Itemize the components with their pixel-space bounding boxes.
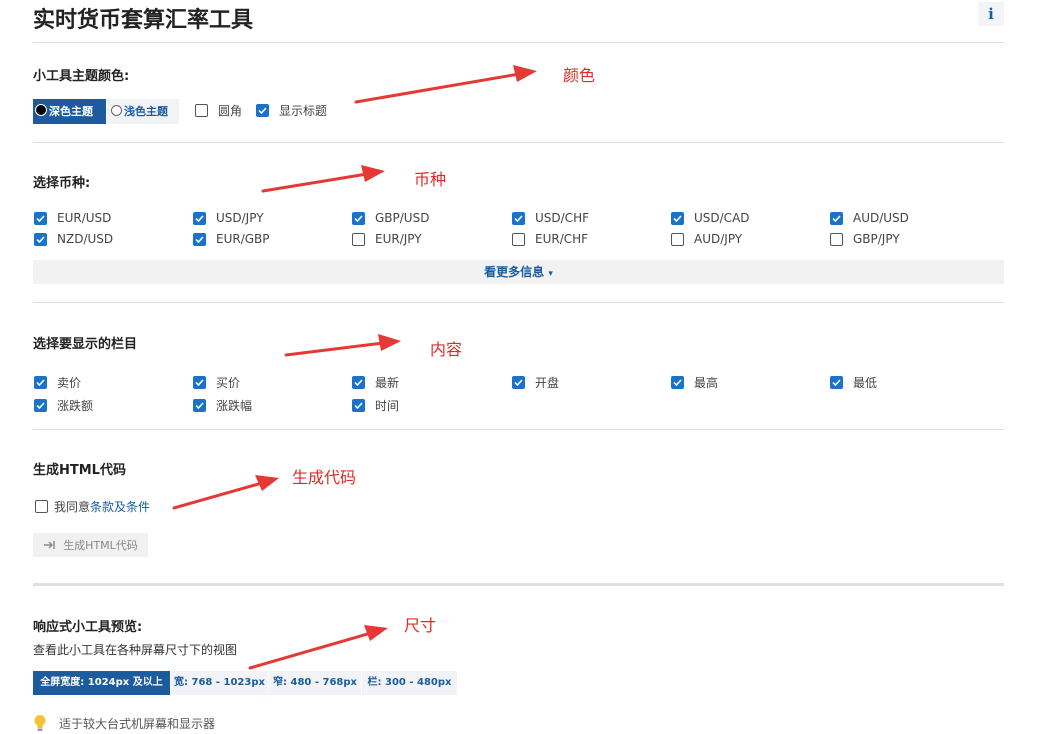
arrow-icon [248, 625, 388, 670]
arrow-icon [354, 65, 537, 104]
annotation-size: 尺寸 [404, 616, 437, 635]
annotation-code: 生成代码 [292, 468, 357, 487]
annotation-currency: 币种 [414, 170, 447, 189]
arrow-icon [172, 475, 279, 510]
arrow-icon [284, 334, 401, 357]
annotation-content: 内容 [430, 340, 463, 359]
annotation-arrows [172, 65, 537, 670]
arrow-icon [261, 165, 385, 193]
annotation-color: 颜色 [563, 66, 596, 85]
